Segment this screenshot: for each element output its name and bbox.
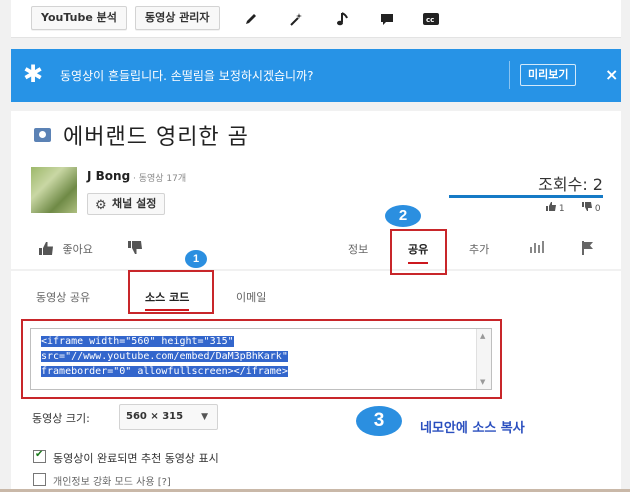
dislike-count: 0 — [582, 202, 601, 214]
banner-message: 동영상이 흔들립니다. 손떨림을 보정하시겠습니까? — [60, 69, 314, 83]
channel-settings-label: 채널 설정 — [112, 197, 157, 210]
dislike-button[interactable] — [128, 241, 142, 257]
tab-info[interactable]: 정보 — [348, 241, 368, 257]
video-size-value: 560 × 315 — [126, 411, 184, 422]
tab-add[interactable]: 추가 — [469, 241, 489, 257]
annotation-box-embed — [128, 270, 214, 314]
chevron-down-icon: ▼ — [201, 412, 208, 422]
suggested-videos-checkbox[interactable] — [33, 449, 46, 463]
thumbs-up-small-icon — [546, 202, 556, 211]
dislike-count-value: 0 — [594, 204, 601, 214]
annotation-box-share — [390, 229, 447, 275]
like-count: 1 — [546, 202, 565, 214]
tab-email[interactable]: 이메일 — [236, 289, 266, 305]
suggested-videos-label: 동영상이 완료되면 추천 동영상 표시 — [53, 452, 219, 465]
pencil-icon[interactable] — [241, 9, 261, 29]
annotation-box-code — [21, 319, 502, 399]
step-2-badge: 2 — [385, 205, 421, 227]
video-title-icon — [34, 128, 51, 142]
step-1-badge: 1 — [185, 250, 207, 268]
views-bar — [449, 195, 603, 198]
channel-name[interactable]: J Bong — [87, 169, 130, 183]
flag-icon[interactable] — [582, 241, 594, 258]
video-size-select[interactable]: 560 × 315 ▼ — [119, 404, 218, 430]
action-bar: 좋아요 정보 공유 추가 — [11, 235, 621, 269]
music-note-icon[interactable] — [333, 9, 353, 29]
close-icon[interactable]: × — [605, 65, 618, 84]
thumbs-up-icon — [39, 242, 53, 255]
tab-share-video[interactable]: 동영상 공유 — [36, 289, 90, 305]
like-label: 좋아요 — [62, 243, 93, 256]
channel-settings-button[interactable]: ⚙ 채널 설정 — [87, 193, 166, 215]
like-button[interactable]: 좋아요 — [39, 241, 93, 257]
video-manager-button[interactable]: 동영상 관리자 — [135, 6, 220, 30]
step-3-badge: 3 — [356, 406, 402, 436]
privacy-mode-checkbox[interactable] — [33, 473, 46, 486]
like-count-value: 1 — [558, 204, 565, 214]
privacy-mode-label: 개인정보 강화 모드 사용 [?] — [53, 477, 171, 488]
magic-wand-icon[interactable] — [286, 9, 306, 29]
video-size-label: 동영상 크기: — [32, 412, 90, 425]
step-3-note: 네모안에 소스 복사 — [420, 421, 525, 436]
banner-divider — [509, 61, 510, 89]
thumbs-down-small-icon — [582, 202, 592, 211]
video-info-card: 에버랜드 영리한 곰 J Bong · 동영상 17개 ⚙ 채널 설정 조회수:… — [11, 111, 621, 269]
video-title: 에버랜드 영리한 곰 — [63, 125, 249, 150]
stabilize-banner: ✱ 동영상이 흔들립니다. 손떨림을 보정하시겠습니까? 미리보기 × — [11, 49, 621, 102]
annotation-icon[interactable] — [377, 9, 397, 29]
star-icon: ✱ — [23, 60, 44, 88]
avatar[interactable] — [31, 167, 77, 213]
video-toolbar: YouTube 분석 동영상 관리자 cc — [11, 0, 621, 38]
stats-icon[interactable] — [530, 241, 544, 256]
svg-text:cc: cc — [426, 16, 434, 24]
page-frame: YouTube 분석 동영상 관리자 cc ✱ 동영상이 흔들립니다. 손떨림을… — [0, 0, 630, 492]
analytics-button[interactable]: YouTube 분석 — [31, 6, 127, 30]
gear-icon: ⚙ — [95, 198, 107, 213]
preview-button[interactable]: 미리보기 — [520, 64, 577, 86]
captions-icon[interactable]: cc — [421, 9, 441, 29]
view-count: 조회수: 2 — [538, 175, 603, 194]
video-count[interactable]: · 동영상 17개 — [133, 171, 186, 184]
thumbs-down-icon — [128, 241, 142, 254]
